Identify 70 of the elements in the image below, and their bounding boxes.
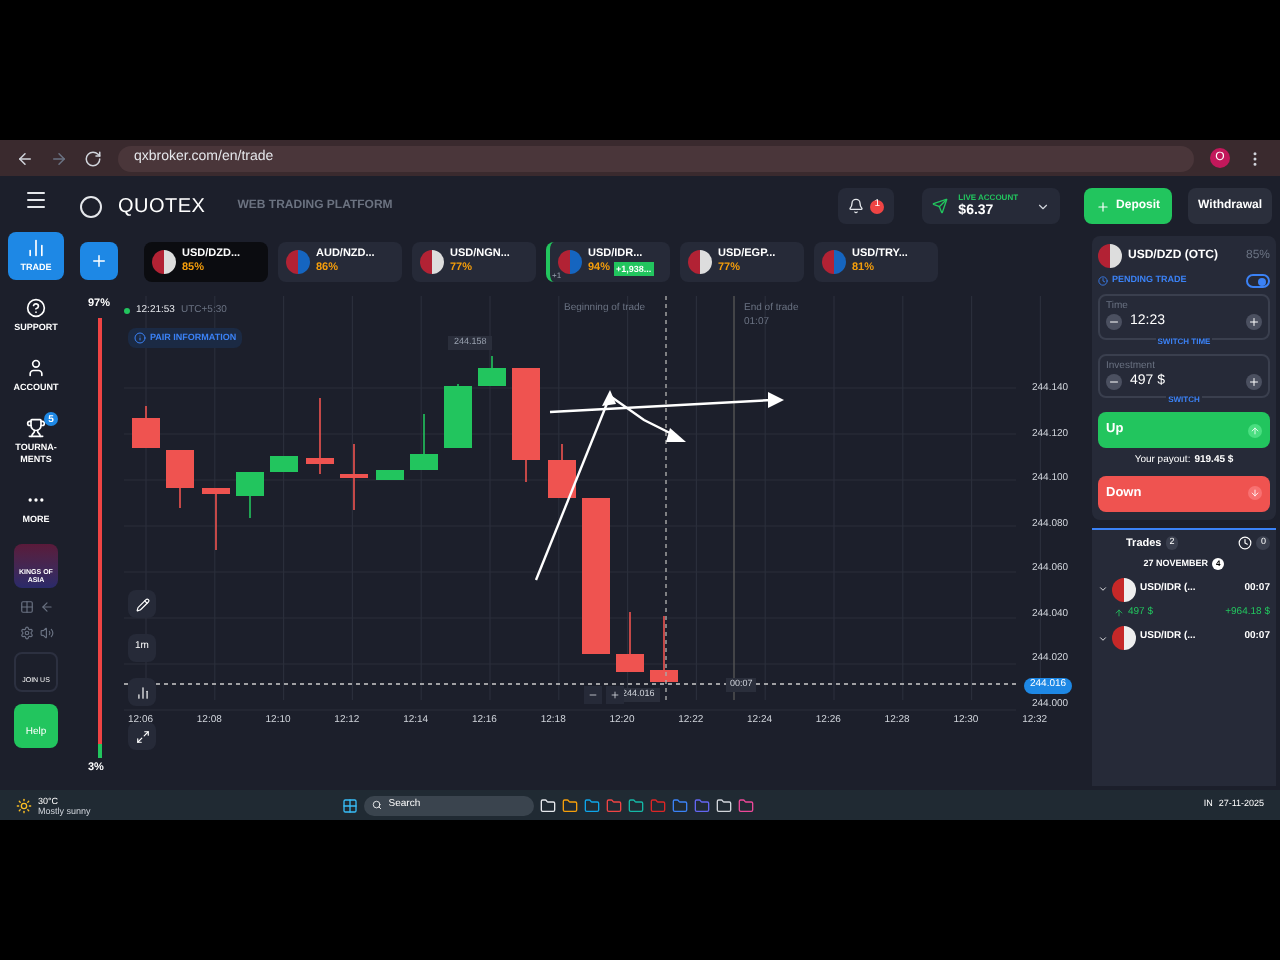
minus-icon[interactable] [1106,314,1122,331]
flag-icon [1112,626,1136,650]
minus-icon[interactable] [1106,373,1122,390]
add-asset-button[interactable] [80,242,118,280]
pencil-icon [135,597,149,611]
forward-icon[interactable] [50,149,68,167]
candle [616,611,644,673]
bar-chart-icon [135,685,149,699]
speaker-icon[interactable] [39,626,53,640]
arrow-down-icon [1248,486,1262,500]
candle [166,449,194,509]
flag-icon [1098,244,1122,268]
candle [306,397,334,475]
trophy-icon [26,418,46,438]
start-icon[interactable] [342,797,359,813]
minus-icon [588,690,598,700]
expand-icon [135,729,149,743]
chevron-down-icon [1098,584,1108,594]
bell-icon [848,198,865,214]
paper-plane-icon [932,198,949,214]
plus-icon [610,690,620,700]
flag-icon [1112,577,1136,601]
candle [340,443,368,511]
candle [444,383,472,449]
reload-icon[interactable] [84,149,102,167]
flag-icon [558,249,582,273]
candle [376,469,404,481]
flag-icon [688,249,712,273]
plus-icon[interactable] [1246,314,1262,331]
trade-icon [26,238,46,258]
indicator-button[interactable] [128,722,156,750]
weather-icon [16,797,32,813]
logo-icon [80,195,102,217]
candle [410,413,438,471]
chart-type-button[interactable] [128,678,156,706]
arrow-left-icon[interactable] [39,600,53,614]
back-icon[interactable] [16,149,34,167]
candle [202,487,230,551]
candle [270,455,298,473]
arrow-up-icon [1114,607,1124,618]
chevron-down-icon [1098,633,1108,643]
clock-icon[interactable] [1238,536,1253,551]
zoom-out-button[interactable] [584,686,602,704]
search-icon [372,800,383,810]
flag-icon [822,249,846,273]
plus-icon[interactable] [1246,373,1262,390]
candle [236,471,264,519]
grid-icon[interactable] [19,600,33,614]
pending-toggle[interactable] [1246,274,1270,288]
plus-icon [1096,199,1111,213]
logo-text: QUOTEX [118,193,206,221]
candle [548,443,576,499]
info-icon [134,332,146,344]
flag-icon [286,249,310,273]
candle [512,367,540,483]
flag-icon [420,249,444,273]
candle [478,355,506,387]
zoom-in-button[interactable] [606,686,624,704]
flag-icon [152,249,176,273]
plus-icon [90,252,108,270]
chevron-down-icon [1036,199,1051,213]
menu-icon[interactable] [24,188,48,212]
account-icon [26,358,46,378]
candle [132,405,160,449]
arrow-up-icon [1248,423,1262,437]
support-icon [26,298,46,318]
candle [650,615,678,683]
settings-icon[interactable] [19,626,33,640]
draw-tool-button[interactable] [128,590,156,618]
clock-icon [1098,276,1108,286]
